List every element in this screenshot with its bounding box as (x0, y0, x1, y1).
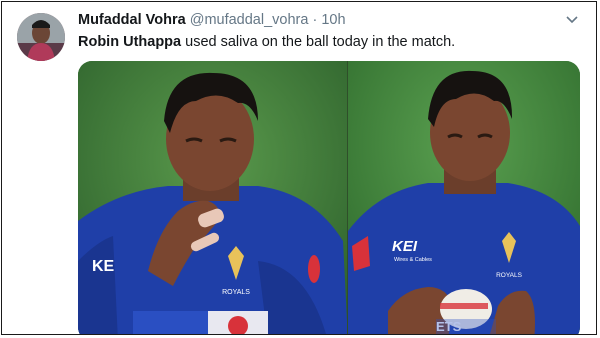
mentioned-name: Robin Uthappa (78, 34, 182, 50)
author-avatar[interactable] (17, 13, 65, 61)
media-image-left[interactable]: ROYALS KE (78, 61, 348, 334)
chevron-down-icon[interactable] (564, 11, 580, 27)
tweet-text: Robin Uthappa used saliva on the ball to… (78, 34, 455, 50)
author-handle[interactable]: @mufaddal_vohra (190, 12, 309, 28)
sponsor-right-sub: Wires & Cables (394, 257, 432, 263)
tweet-text-rest: used saliva on the ball today in the mat… (181, 34, 456, 50)
tweet-media[interactable]: ROYALS KE KEI Wires & Cables ROYALS ETS (78, 61, 580, 334)
jersey-logo-left: ROYALS (222, 289, 250, 296)
sponsor-left: KE (92, 258, 115, 275)
tweet-timestamp[interactable]: 10h (321, 12, 345, 28)
media-image-right[interactable]: KEI Wires & Cables ROYALS ETS (348, 61, 580, 334)
tweet-header: Mufaddal Vohra @mufaddal_vohra · 10h (78, 12, 346, 28)
tweet-card[interactable]: Mufaddal Vohra @mufaddal_vohra · 10h Rob… (1, 1, 597, 335)
sponsor-right: KEI (392, 238, 418, 255)
author-name[interactable]: Mufaddal Vohra (78, 12, 186, 28)
jersey-logo-right: ROYALS (496, 272, 523, 279)
separator-dot: · (312, 12, 318, 28)
